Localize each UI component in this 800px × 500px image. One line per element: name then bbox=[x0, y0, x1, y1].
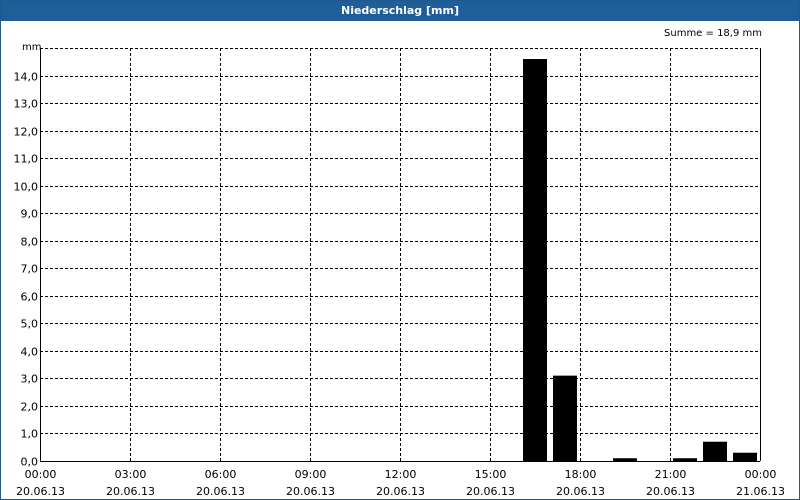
sum-label: Summe = 18,9 mm bbox=[664, 28, 762, 39]
x-tick-date: 20.06.13 bbox=[106, 485, 155, 498]
y-tick-label: 13,0 bbox=[14, 98, 39, 111]
precipitation-bar bbox=[523, 59, 547, 461]
x-tick-time: 15:00 bbox=[475, 468, 507, 481]
x-tick-time: 00:00 bbox=[25, 468, 57, 481]
y-tick-label: 8,0 bbox=[21, 236, 39, 249]
precipitation-bar bbox=[733, 452, 757, 461]
y-tick-label: 5,0 bbox=[21, 318, 39, 331]
x-tick-date: 21.06.13 bbox=[736, 485, 785, 498]
x-tick-date: 20.06.13 bbox=[376, 485, 425, 498]
x-tick-date: 20.06.13 bbox=[16, 485, 65, 498]
y-tick-label: 2,0 bbox=[21, 401, 39, 414]
x-tick-time: 03:00 bbox=[115, 468, 147, 481]
y-tick-label: 4,0 bbox=[21, 346, 39, 359]
y-tick-label: 12,0 bbox=[14, 126, 39, 139]
label-layer: 0,0 1,0 2,0 3,0 4,0 5,0 6,0 7,0 8,0 9,0 10,0 11,0 12… bbox=[14, 28, 785, 498]
y-tick-label: 6,0 bbox=[21, 291, 39, 304]
bar-layer bbox=[523, 59, 757, 461]
y-tick-label: 11,0 bbox=[14, 153, 39, 166]
x-tick-date: 20.06.13 bbox=[196, 485, 245, 498]
y-tick-label: 3,0 bbox=[21, 373, 39, 386]
x-tick-date: 20.06.13 bbox=[286, 485, 335, 498]
y-tick-label: 10,0 bbox=[14, 181, 39, 194]
x-tick-time: 09:00 bbox=[295, 468, 327, 481]
y-unit-label: mm bbox=[22, 42, 41, 53]
y-tick-label: 0,0 bbox=[21, 456, 39, 469]
y-tick-label: 1,0 bbox=[21, 428, 39, 441]
precipitation-bar bbox=[703, 441, 727, 461]
x-tick-time: 06:00 bbox=[205, 468, 237, 481]
x-tick-date: 20.06.13 bbox=[646, 485, 695, 498]
x-tick-date: 20.06.13 bbox=[466, 485, 515, 498]
y-tick-label: 7,0 bbox=[21, 263, 39, 276]
precipitation-chart: 0,0 1,0 2,0 3,0 4,0 5,0 6,0 7,0 8,0 9,0 10,0 11,0 12… bbox=[14, 28, 785, 498]
precipitation-bar bbox=[553, 375, 577, 461]
grid-layer bbox=[40, 48, 761, 461]
x-tick-time: 21:00 bbox=[655, 468, 687, 481]
x-tick-time: 00:00 bbox=[745, 468, 777, 481]
precipitation-bar bbox=[613, 458, 637, 461]
x-tick-date: 20.06.13 bbox=[556, 485, 605, 498]
precipitation-bar bbox=[673, 458, 697, 461]
x-tick-time: 18:00 bbox=[565, 468, 597, 481]
y-tick-label: 9,0 bbox=[21, 208, 39, 221]
x-tick-time: 12:00 bbox=[385, 468, 417, 481]
y-tick-label: 14,0 bbox=[14, 71, 39, 84]
